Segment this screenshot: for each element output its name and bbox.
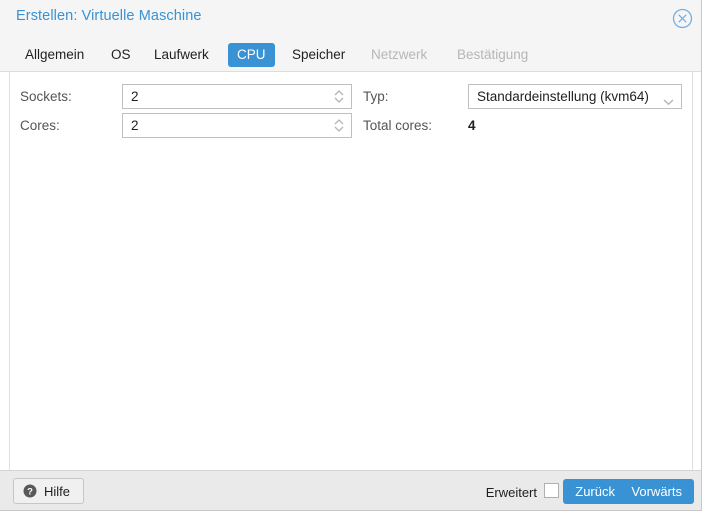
tab-netzwerk: Netzwerk: [371, 47, 428, 62]
total-cores-value: 4: [468, 118, 476, 133]
chevron-down-icon[interactable]: [663, 93, 674, 106]
tab-laufwerk[interactable]: Laufwerk: [145, 43, 218, 67]
type-label: Typ:: [363, 89, 389, 104]
cores-label: Cores:: [20, 118, 60, 133]
sockets-stepper[interactable]: 2: [122, 84, 352, 109]
wizard-tabbar: Allgemein OS Laufwerk CPU Speicher Netzw…: [0, 38, 701, 72]
tab-allgemein[interactable]: Allgemein: [16, 43, 93, 67]
next-button[interactable]: Vorwärts: [619, 479, 694, 504]
dialog-title: Erstellen: Virtuelle Maschine: [16, 8, 202, 24]
tab-bestaetigung: Bestätigung: [457, 47, 529, 62]
close-icon[interactable]: [672, 8, 693, 29]
sockets-label: Sockets:: [20, 89, 72, 104]
advanced-checkbox[interactable]: [544, 483, 559, 498]
help-button[interactable]: ? Hilfe: [13, 478, 85, 504]
tab-cpu[interactable]: CPU: [228, 43, 275, 67]
cpu-type-value: Standardeinstellung (kvm64): [477, 89, 649, 104]
cpu-type-select[interactable]: Standardeinstellung (kvm64): [468, 84, 682, 109]
sockets-value[interactable]: 2: [131, 85, 139, 108]
dialog-titlebar: Erstellen: Virtuelle Maschine: [0, 0, 701, 38]
tab-os[interactable]: OS: [102, 43, 140, 67]
create-vm-dialog: Erstellen: Virtuelle Maschine Allgemein …: [0, 0, 702, 511]
cores-stepper[interactable]: 2: [122, 113, 352, 138]
svg-text:?: ?: [27, 487, 33, 498]
cores-value[interactable]: 2: [131, 114, 139, 137]
spinner-up-down-icon[interactable]: [333, 88, 345, 105]
question-circle-icon: ?: [23, 484, 37, 498]
tab-speicher[interactable]: Speicher: [283, 43, 354, 67]
dialog-footer: ? Hilfe Erweitert Zurück Vorwärts: [0, 470, 701, 510]
total-cores-label: Total cores:: [363, 118, 433, 133]
advanced-label: Erweitert: [485, 485, 537, 500]
spinner-up-down-icon[interactable]: [333, 117, 345, 134]
cpu-settings-panel: Sockets: 2 Cores: 2 Typ: Standardeinstel…: [9, 72, 693, 470]
back-button[interactable]: Zurück: [563, 479, 627, 504]
help-button-label: Hilfe: [44, 483, 71, 499]
